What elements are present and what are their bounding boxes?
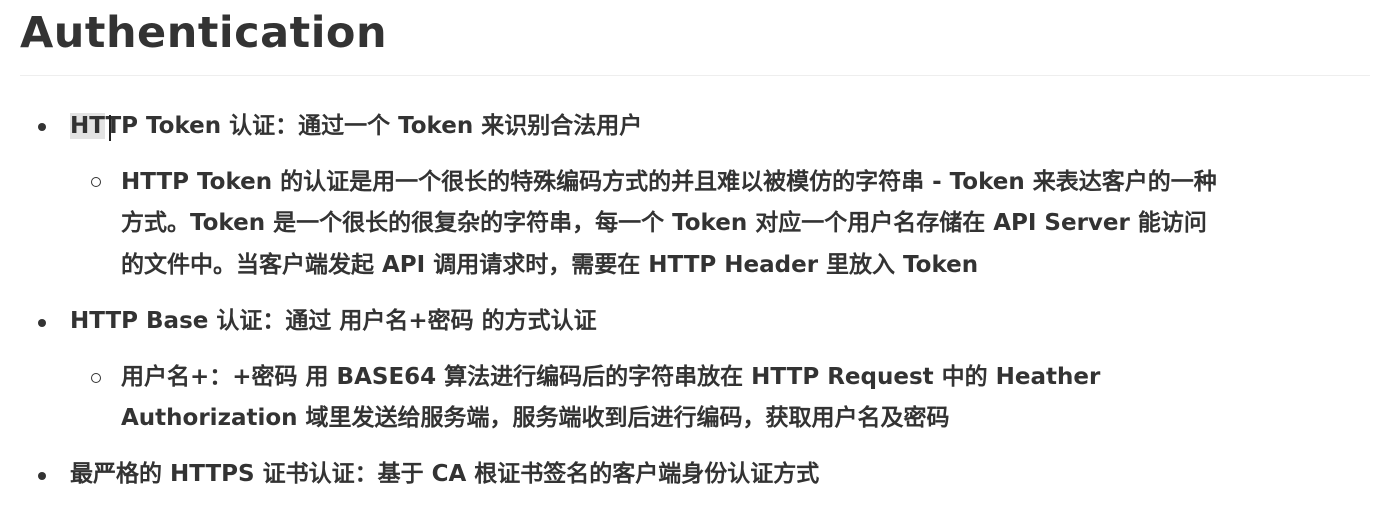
sub-item-line: 用户名+：+密码 用 BASE64 算法进行编码后的字符串放在 HTTP Req… — [121, 364, 1101, 390]
bullet-circle-icon — [91, 177, 101, 187]
bullet-disc-icon — [38, 123, 46, 131]
text-cursor-icon — [109, 115, 111, 141]
sub-item-line: Authorization 域里发送给服务端，服务端收到后进行编码，获取用户名及… — [121, 405, 950, 431]
bullet-circle-icon — [91, 373, 101, 383]
selected-text-highlight[interactable]: HT — [70, 113, 106, 139]
list-item-http-base: HTTP Base 认证：通过 用户名+密码 的方式认证 — [70, 308, 597, 334]
sub-item-line: 的文件中。当客户端发起 API 调用请求时，需要在 HTTP Header 里放… — [121, 252, 979, 278]
list-item-http-token: HTTP Token 认证：通过一个 Token 来识别合法用户 — [70, 110, 642, 142]
bullet-disc-icon — [38, 472, 46, 480]
list-item-label: TP Token 认证：通过一个 Token 来识别合法用户 — [105, 113, 643, 139]
sub-item-line: 方式。Token 是一个很长的很复杂的字符串，每一个 Token 对应一个用户名… — [121, 210, 1207, 236]
bullet-disc-icon — [38, 319, 46, 327]
page-title: Authentication — [20, 8, 388, 58]
heading-divider — [20, 75, 1370, 76]
sub-item-line: HTTP Token 的认证是用一个很长的特殊编码方式的并且难以被模仿的字符串 … — [121, 169, 1217, 195]
list-item-https-cert: 最严格的 HTTPS 证书认证：基于 CA 根证书签名的客户端身份认证方式 — [70, 461, 820, 487]
document-page: Authentication HTTP Token 认证：通过一个 Token … — [0, 0, 1386, 526]
